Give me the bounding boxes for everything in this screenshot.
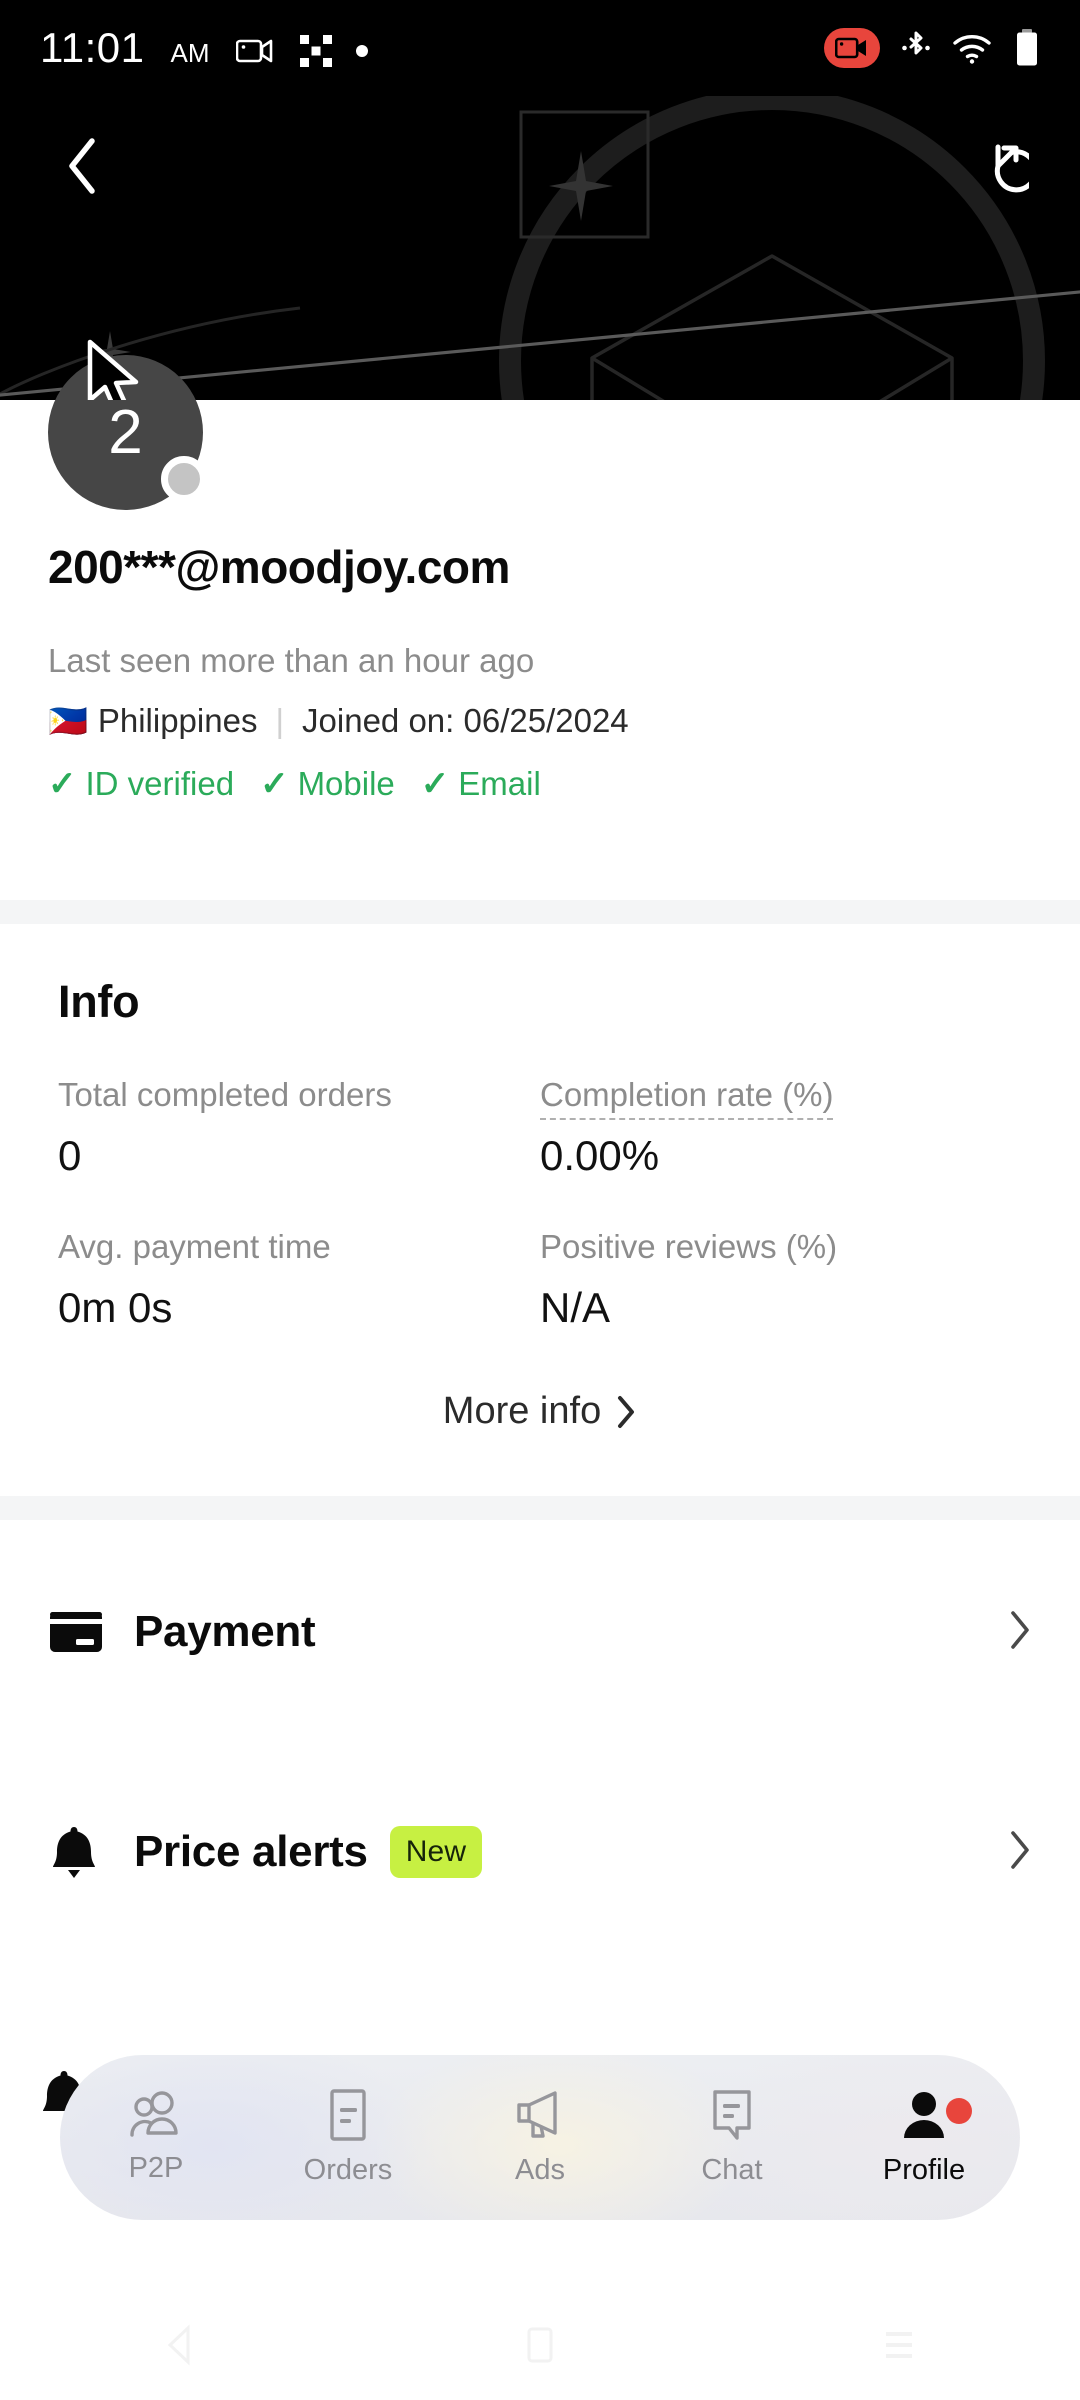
person-icon <box>904 2092 944 2138</box>
stat-total-completed-orders: Total completed orders 0 <box>58 1076 540 1180</box>
profile-country-joined: 🇵🇭 Philippines | Joined on: 06/25/2024 <box>48 702 629 740</box>
status-bar: 11:01 AM <box>0 0 1080 96</box>
nav-label-p2p: P2P <box>128 2152 184 2184</box>
stat-value: N/A <box>540 1284 611 1331</box>
status-bar-left: 11:01 AM <box>40 27 368 69</box>
nav-label-chat: Chat <box>701 2154 763 2186</box>
profile-username: 200***@moodjoy.com <box>48 541 510 593</box>
stat-label: Total completed orders <box>58 1076 392 1113</box>
stat-avg-payment-time: Avg. payment time 0m 0s <box>58 1228 540 1332</box>
settings-menu-list: Payment Price alerts New <box>0 1522 1080 1962</box>
chevron-right-icon <box>618 1395 635 1428</box>
menu-row-payment[interactable]: Payment <box>0 1522 1080 1742</box>
verification-id: ✓ ID verified <box>48 764 234 804</box>
bluetooth-icon <box>902 31 930 55</box>
android-system-navigation <box>0 2290 1080 2400</box>
nav-label-profile: Profile <box>882 2154 966 2186</box>
credit-card-icon <box>48 1610 134 1654</box>
check-icon: ✓ <box>48 765 77 803</box>
system-back-icon[interactable] <box>158 2322 204 2368</box>
document-icon <box>330 2089 366 2141</box>
separator: | <box>275 702 285 739</box>
stat-value: 0.00% <box>540 1132 660 1179</box>
profile-country: Philippines <box>97 702 258 739</box>
back-button[interactable] <box>44 128 120 204</box>
section-divider <box>0 900 1080 924</box>
nav-item-p2p[interactable]: P2P <box>60 2090 252 2185</box>
stat-label: Avg. payment time <box>58 1228 331 1265</box>
stat-positive-reviews: Positive reviews (%) N/A <box>540 1228 1022 1332</box>
status-bar-right <box>824 28 1040 68</box>
verification-id-label: ID verified <box>85 765 235 802</box>
stat-completion-rate: Completion rate (%) 0.00% <box>540 1076 1022 1180</box>
nav-item-ads[interactable]: Ads <box>444 2088 636 2187</box>
more-info-label: More info <box>442 1390 602 1432</box>
menu-label-price-alerts: Price alerts <box>134 1827 368 1876</box>
notification-badge-dot <box>946 2098 972 2124</box>
nav-item-chat[interactable]: Chat <box>636 2088 828 2187</box>
menu-row-price-alerts[interactable]: Price alerts New <box>0 1742 1080 1962</box>
chevron-left-icon <box>69 138 95 194</box>
check-icon: ✓ <box>260 765 289 803</box>
people-icon <box>130 2091 178 2137</box>
section-divider <box>0 1496 1080 1520</box>
verification-mobile: ✓ Mobile <box>260 764 395 804</box>
app-grid-icon <box>299 35 332 67</box>
system-recents-icon[interactable] <box>876 2322 922 2368</box>
nav-label-orders: Orders <box>303 2154 393 2186</box>
chat-bubble-icon <box>713 2090 751 2140</box>
nav-item-orders[interactable]: Orders <box>252 2088 444 2187</box>
menu-label-payment: Payment <box>134 1607 316 1656</box>
screen-record-active-icon <box>824 28 880 68</box>
wifi-icon <box>953 35 991 64</box>
profile-last-seen: Last seen more than an hour ago <box>48 642 535 679</box>
stat-value: 0m 0s <box>58 1284 173 1331</box>
nav-item-profile[interactable]: Profile <box>828 2088 1020 2187</box>
new-badge: New <box>389 1826 483 1878</box>
philippines-flag-icon: 🇵🇭 <box>48 703 88 739</box>
profile-joined-date: Joined on: 06/25/2024 <box>302 702 629 739</box>
profile-summary: 2 200***@moodjoy.com Last seen more than… <box>0 355 1080 924</box>
bottom-navigation-bar: P2P Orders Ads Chat Profile <box>60 2055 1020 2220</box>
nav-label-ads: Ads <box>515 2154 565 2186</box>
profile-verification-badges: ✓ ID verified ✓ Mobile ✓ Email <box>48 764 541 804</box>
system-home-icon[interactable] <box>519 2322 561 2368</box>
status-notification-icons <box>235 35 368 69</box>
stat-label: Positive reviews (%) <box>540 1228 838 1265</box>
verification-email-label: Email <box>458 765 541 802</box>
info-stats-grid: Total completed orders 0 Completion rate… <box>58 1076 1022 1332</box>
bell-icon <box>48 1824 134 1880</box>
hero-toolbar <box>0 96 1080 236</box>
stat-value: 0 <box>58 1132 82 1179</box>
more-info-button[interactable]: More info <box>58 1390 1022 1481</box>
stat-label[interactable]: Completion rate (%) <box>540 1076 834 1120</box>
check-icon: ✓ <box>420 765 450 803</box>
verification-email: ✓ Email <box>421 764 541 804</box>
battery-icon <box>1017 29 1037 66</box>
verification-mobile-label: Mobile <box>297 765 395 802</box>
chevron-right-icon <box>1008 1829 1032 1876</box>
avatar-online-status-dot <box>161 456 207 502</box>
share-button[interactable] <box>960 128 1036 204</box>
dot-indicator-icon <box>355 45 368 57</box>
megaphone-icon <box>517 2091 557 2138</box>
info-section: Info Total completed orders 0 Completion… <box>0 924 1080 1481</box>
status-ampm: AM <box>170 38 210 68</box>
screen-record-icon <box>235 39 272 63</box>
status-time: 11:01 <box>40 24 145 71</box>
share-refresh-icon <box>994 144 1029 193</box>
mouse-cursor <box>87 339 139 400</box>
info-section-title: Info <box>58 976 140 1027</box>
chevron-right-icon <box>1008 1609 1032 1656</box>
